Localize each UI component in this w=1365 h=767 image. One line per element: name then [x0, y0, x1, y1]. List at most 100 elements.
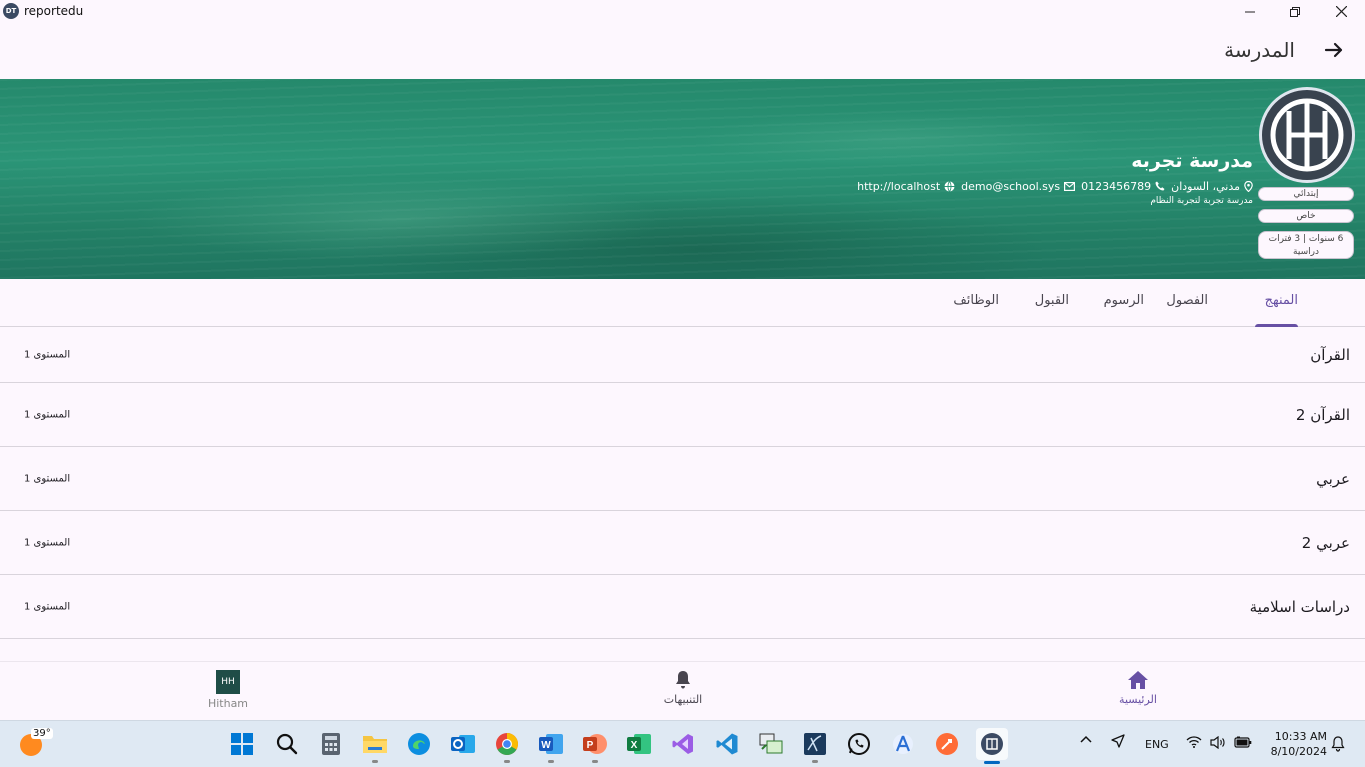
school-type-chip: خاص: [1258, 209, 1354, 223]
close-icon: [1335, 6, 1347, 17]
bell-icon: [676, 671, 690, 689]
running-indicator: [504, 760, 510, 763]
network-tray-button[interactable]: [1186, 736, 1202, 751]
arrow-forward-icon: [1324, 42, 1343, 58]
school-logo: [1259, 87, 1355, 183]
remote-desktop-app[interactable]: [757, 730, 785, 758]
taskbar-search-button[interactable]: [273, 730, 301, 758]
school-email[interactable]: demo@school.sys: [961, 180, 1076, 193]
notification-center-button[interactable]: [1331, 736, 1345, 755]
nav-profile[interactable]: HH Hitham: [198, 670, 258, 710]
powerpoint-app[interactable]: P: [581, 730, 609, 763]
subjects-list: القرآن المستوى 1 القرآن 2 المستوى 1 عربي…: [0, 327, 1365, 639]
edge-icon: [408, 733, 430, 755]
tab-fees[interactable]: الرسوم: [1104, 293, 1144, 308]
school-contact-row: مدني، السودان 0123456789 demo@school.sys…: [857, 179, 1253, 193]
school-website[interactable]: http://localhost: [857, 180, 955, 193]
restore-icon: [1290, 6, 1300, 17]
remote-desktop-icon: [759, 733, 783, 754]
bottom-navigation: الرئيسية التنبيهات HH Hitham: [0, 661, 1365, 720]
battery-charging-icon: [1234, 736, 1252, 748]
wifi-icon: [1186, 736, 1202, 748]
vscode-app[interactable]: [713, 730, 741, 758]
calculator-app[interactable]: [317, 730, 345, 758]
volume-tray-button[interactable]: [1210, 735, 1226, 752]
chevron-up-icon: [1080, 735, 1092, 743]
tab-jobs[interactable]: الوظائف: [953, 293, 999, 308]
minimize-icon: [1245, 11, 1255, 12]
avatar: HH: [216, 670, 240, 694]
school-level-chip: إبتدائي: [1258, 187, 1354, 201]
visual-studio-icon: [672, 734, 693, 754]
school-location-text: مدني، السودان: [1171, 179, 1240, 193]
android-studio-icon: [893, 734, 913, 754]
tab-curriculum[interactable]: المنهج: [1265, 293, 1298, 308]
school-banner: إبتدائي خاص 6 سنوات | 3 فترات دراسية مدر…: [0, 79, 1365, 279]
app-bar: المدرسة: [0, 23, 1365, 79]
close-window-button[interactable]: [1318, 0, 1364, 23]
reportedu-icon: [981, 733, 1003, 755]
list-item[interactable]: القرآن 2 المستوى 1: [0, 383, 1365, 447]
speaker-icon: [1210, 735, 1225, 750]
school-logo-icon: [1270, 98, 1344, 172]
phone-icon: [1155, 181, 1165, 191]
page-title: المدرسة: [1224, 38, 1295, 62]
window-titlebar: DT reportedu: [0, 0, 1365, 23]
list-item[interactable]: عربي المستوى 1: [0, 447, 1365, 511]
list-item[interactable]: القرآن المستوى 1: [0, 327, 1365, 383]
android-studio-app[interactable]: [889, 730, 917, 758]
tab-admission[interactable]: القبول: [1035, 293, 1069, 308]
whatsapp-app[interactable]: [845, 730, 873, 758]
visual-studio-app[interactable]: [669, 730, 697, 758]
nav-profile-label: Hitham: [207, 697, 249, 710]
school-location: مدني، السودان: [1171, 180, 1253, 193]
excel-app[interactable]: X: [625, 730, 653, 758]
nav-home[interactable]: الرئيسية: [1108, 670, 1168, 706]
school-phone-text: 0123456789: [1081, 179, 1152, 193]
minimize-button[interactable]: [1227, 0, 1273, 23]
battery-tray-button[interactable]: [1234, 736, 1252, 751]
subject-level: المستوى 1: [24, 537, 71, 548]
back-button[interactable]: [1319, 35, 1349, 65]
reportedu-app[interactable]: [976, 728, 1008, 764]
running-indicator: [812, 760, 818, 763]
show-hidden-icons-button[interactable]: [1080, 734, 1092, 747]
subject-title: عربي: [1316, 469, 1350, 488]
active-app-indicator: [984, 761, 1000, 764]
postman-app[interactable]: [933, 730, 961, 758]
subject-level: المستوى 1: [24, 601, 71, 612]
start-button[interactable]: [228, 730, 256, 758]
sql-server-app[interactable]: [801, 730, 829, 763]
word-app[interactable]: W: [537, 730, 565, 763]
subject-level: المستوى 1: [24, 349, 71, 360]
subject-title: القرآن 2: [1295, 405, 1350, 424]
restore-button[interactable]: [1272, 0, 1318, 23]
running-indicator: [548, 760, 554, 763]
postman-icon: [936, 733, 958, 755]
school-phone[interactable]: 0123456789: [1081, 180, 1165, 193]
school-name: مدرسة تجربه: [1131, 150, 1253, 172]
nav-home-label: الرئيسية: [1119, 693, 1157, 706]
location-tray-button[interactable]: [1111, 734, 1125, 751]
home-icon: [1128, 671, 1148, 689]
school-description: مدرسة تجربة لتجربة النظام: [1150, 196, 1253, 206]
chrome-app[interactable]: [493, 730, 521, 763]
app-logo-icon: DT: [3, 3, 19, 19]
language-indicator[interactable]: ENG: [1145, 738, 1169, 751]
globe-icon: [944, 180, 955, 192]
list-item[interactable]: دراسات اسلامية المستوى 1: [0, 575, 1365, 639]
running-indicator: [592, 760, 598, 763]
navigation-arrow-icon: [1111, 734, 1125, 748]
list-item[interactable]: عربي 2 المستوى 1: [0, 511, 1365, 575]
nav-notifications-label: التنبيهات: [663, 693, 703, 706]
taskbar-clock[interactable]: 10:33 AM 8/10/2024: [1271, 729, 1327, 759]
word-icon: W: [539, 734, 563, 754]
tab-classes[interactable]: الفصول: [1166, 293, 1208, 308]
subject-title: القرآن: [1310, 345, 1350, 364]
file-explorer-app[interactable]: [361, 730, 389, 763]
windows-taskbar: 39° W P X ENG 10:33 AM 8/10/2024: [0, 720, 1365, 767]
school-tabs: المنهج الفصول الرسوم القبول الوظائف: [0, 279, 1365, 327]
outlook-app[interactable]: [449, 730, 477, 758]
edge-app[interactable]: [405, 730, 433, 758]
nav-notifications[interactable]: التنبيهات: [650, 670, 716, 706]
